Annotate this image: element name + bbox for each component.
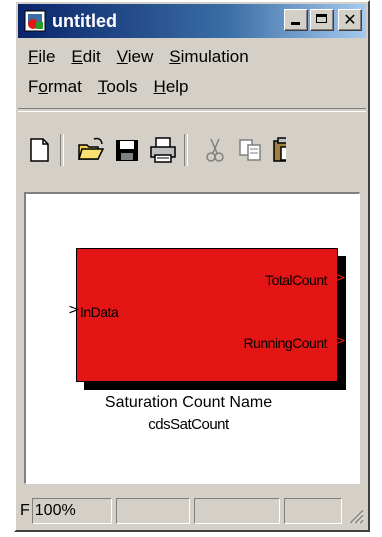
close-button[interactable]: ✕	[338, 9, 362, 31]
print-icon	[150, 137, 176, 163]
cut-button[interactable]	[200, 135, 230, 165]
output-port-1-label: TotalCount	[265, 272, 327, 288]
menu-simulation-label: imulation	[180, 47, 249, 66]
status-cell-3	[193, 498, 280, 524]
input-port-label: InData	[80, 304, 119, 320]
menu-help-label: elp	[165, 77, 189, 96]
menu-edit[interactable]: Edit	[71, 47, 100, 67]
block-subtitle: cdsSatCount	[148, 416, 229, 433]
block-name[interactable]: Saturation Count Name	[26, 394, 359, 412]
toolbar-separator	[184, 134, 188, 166]
menu-format-pre: F	[28, 77, 39, 96]
status-prefix: F	[20, 502, 30, 519]
menu-format-accel: o	[38, 77, 48, 96]
model-canvas[interactable]: > InData TotalCount > RunningCount > Sat…	[24, 192, 360, 484]
zoom-status: 100%	[31, 498, 112, 524]
new-icon	[30, 138, 49, 162]
menu-view-accel: V	[116, 47, 128, 66]
resize-grip-icon[interactable]	[344, 504, 364, 524]
minimize-button[interactable]	[284, 9, 308, 31]
output-port-2-label: RunningCount	[243, 335, 327, 351]
window-title: untitled	[52, 10, 117, 31]
maximize-button[interactable]	[310, 9, 334, 31]
open-icon	[77, 137, 105, 160]
status-bar: F 100%	[18, 494, 366, 528]
menu-format[interactable]: Format	[28, 77, 82, 97]
menu-format-label: rmat	[47, 77, 82, 96]
paste-button[interactable]	[272, 135, 286, 165]
menu-tools[interactable]: Tools	[98, 77, 138, 97]
model-window: untitled ✕ File Edit View Simulation For…	[14, 0, 370, 532]
menu-file[interactable]: File	[28, 47, 55, 67]
status-cell-4	[283, 498, 342, 524]
menu-help-accel: H	[153, 77, 166, 96]
menu-bar: File Edit View Simulation Format Tools H…	[18, 42, 366, 102]
new-button[interactable]	[24, 135, 54, 165]
copy-icon	[239, 139, 261, 161]
status-cell-2	[115, 498, 190, 524]
input-port-arrow-icon: >	[68, 302, 80, 318]
title-bar[interactable]: untitled ✕	[18, 4, 366, 38]
paste-icon	[273, 137, 286, 162]
save-icon	[116, 140, 138, 161]
menu-tools-label: ools	[106, 77, 138, 96]
menu-edit-label: dit	[82, 47, 101, 66]
open-button[interactable]	[76, 135, 106, 165]
menu-view[interactable]: View	[117, 47, 154, 67]
menu-simulation[interactable]: Simulation	[169, 47, 248, 67]
close-icon: ✕	[343, 10, 357, 29]
simulink-app-icon	[24, 10, 46, 32]
output-port-1-arrow-icon: >	[334, 270, 346, 286]
toolbar-separator	[60, 134, 64, 166]
print-button[interactable]	[148, 135, 178, 165]
subsystem-block[interactable]: > InData TotalCount > RunningCount >	[68, 248, 346, 382]
toolbar	[18, 108, 366, 189]
menu-edit-accel: E	[71, 47, 83, 66]
menu-file-label: ile	[38, 47, 56, 66]
cut-icon	[206, 138, 224, 162]
copy-button[interactable]	[236, 135, 266, 165]
menu-file-accel: F	[28, 47, 39, 66]
menu-help[interactable]: Help	[154, 77, 189, 97]
output-port-2-arrow-icon: >	[334, 333, 346, 349]
save-button[interactable]	[112, 135, 142, 165]
menu-view-label: iew	[127, 47, 154, 66]
menu-simulation-accel: S	[169, 47, 181, 66]
